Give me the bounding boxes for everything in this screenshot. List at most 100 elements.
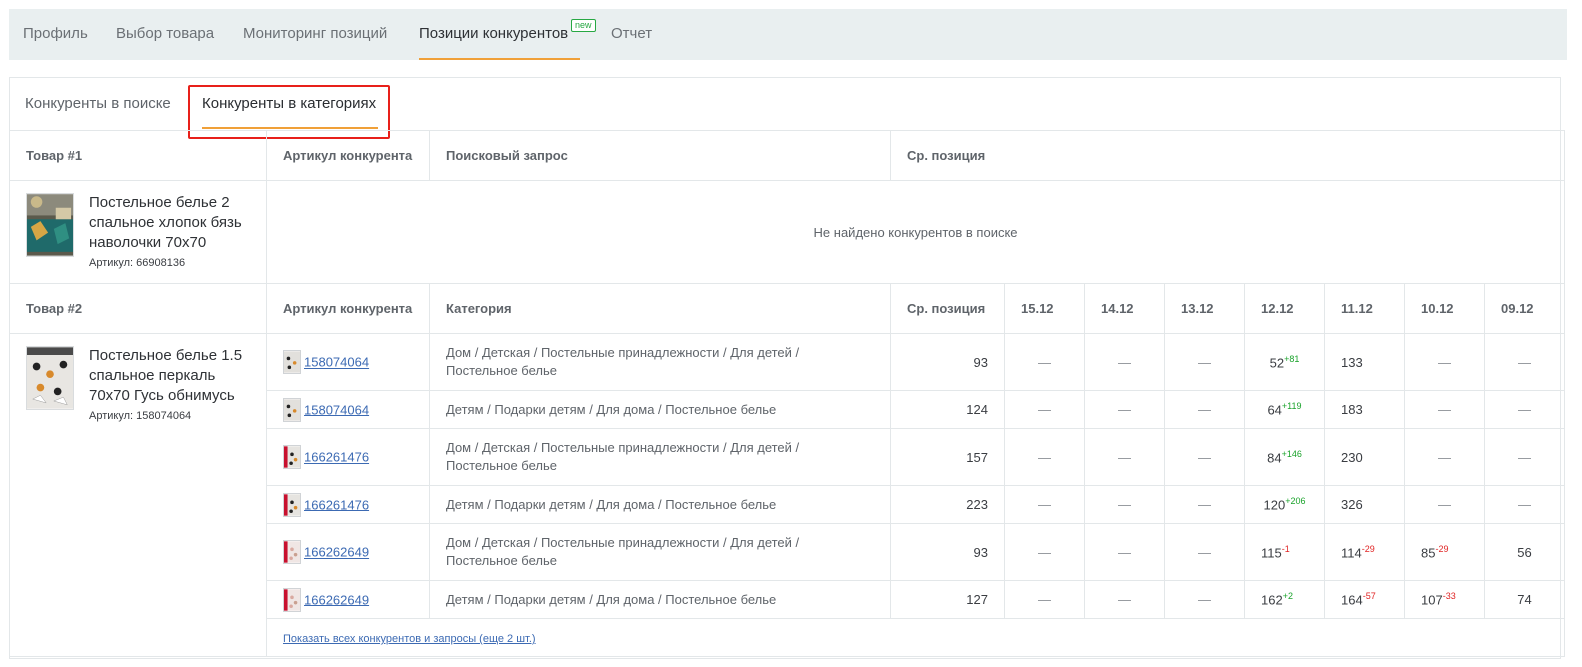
col-date: 15.12 — [1004, 283, 1085, 334]
competitor-article-link[interactable]: 166262649 — [304, 545, 369, 560]
nav-item-profile[interactable]: Профиль — [23, 9, 88, 60]
position-cell: 84+146 — [1244, 428, 1325, 486]
product-image[interactable] — [26, 193, 74, 257]
nav-item-competitor-positions[interactable]: Позиции конкурентов new — [419, 9, 596, 60]
category-cell: Дом / Детская / Постельные принадлежност… — [429, 523, 891, 581]
competitor-article-link[interactable]: 158074064 — [304, 355, 369, 370]
active-tab-underline — [419, 58, 580, 60]
competitor-thumbnail[interactable] — [283, 540, 301, 564]
position-delta: +2 — [1282, 591, 1293, 602]
active-subtab-underline — [202, 127, 378, 129]
competitor-article-cell: 158074064 — [266, 333, 430, 391]
position-cell: 74 — [1483, 580, 1566, 619]
position-cell: — — [1004, 428, 1085, 486]
avg-position-cell: 127 — [890, 580, 1005, 619]
position-cell: 115-1 — [1244, 523, 1325, 581]
subtab-category-competitors[interactable]: Конкуренты в категориях — [202, 78, 378, 130]
position-delta: -33 — [1442, 591, 1456, 602]
col-date: 09.12 — [1483, 283, 1566, 334]
competitor-thumbnail[interactable] — [283, 397, 301, 422]
position-cell: — — [1483, 390, 1566, 429]
nav-item-product-selection[interactable]: Выбор товара — [116, 9, 214, 60]
col-competitor-article: Артикул конкурента — [266, 130, 430, 181]
position-cell: — — [1084, 485, 1165, 524]
show-all-cell: Показать всех конкурентов и запросы (еще… — [265, 618, 1566, 657]
new-badge: new — [571, 19, 596, 32]
competitor-row: Постельное белье 1.5 спальное перкаль 70… — [9, 333, 1566, 657]
show-all-competitors-link[interactable]: Показать всех конкурентов и запросы (еще… — [283, 633, 536, 645]
col-date: 13.12 — [1164, 283, 1245, 334]
col-date: 10.12 — [1404, 283, 1485, 334]
position-cell: — — [1404, 428, 1485, 486]
competitor-article-link[interactable]: 166261476 — [304, 497, 369, 512]
category-cell: Детям / Подарки детям / Для дома / Посте… — [429, 580, 891, 619]
position-cell: — — [1084, 390, 1165, 429]
nav-item-label: Выбор товара — [116, 25, 215, 42]
nav-item-label: Позиции конкурентов — [419, 25, 569, 42]
position-cell: — — [1404, 390, 1485, 429]
competitor-thumbnail[interactable] — [283, 492, 301, 517]
competitor-article-cell: 166262649 — [266, 523, 430, 581]
product-title: Постельное белье 1.5 спальное перкаль 70… — [89, 347, 243, 404]
competitor-article-cell: 158074064 — [266, 390, 430, 429]
nav-item-label: Отчет — [611, 25, 653, 42]
competitor-article-link[interactable]: 166262649 — [304, 592, 369, 607]
position-value: 85 — [1421, 545, 1436, 561]
position-cell: — — [1004, 333, 1085, 391]
competitor-article-link[interactable]: 166261476 — [304, 450, 369, 465]
competitors-table: Товар #1 Артикул конкурента Поисковый за… — [9, 130, 1566, 657]
avg-position-cell: 93 — [890, 333, 1005, 391]
category-cell: Детям / Подарки детям / Для дома / Посте… — [429, 485, 891, 524]
col-date: 11.12 — [1324, 283, 1405, 334]
competitor-article-cell: 166261476 — [266, 428, 430, 486]
position-cell: — — [1483, 485, 1566, 524]
subtab-label: Конкуренты в категориях — [202, 95, 377, 112]
col-date: 12.12 — [1244, 283, 1325, 334]
position-cell: — — [1084, 580, 1165, 619]
product1-row: Постельное белье 2 спальное хлопок бязь … — [9, 180, 1566, 284]
product-header: Товар #2 — [9, 283, 267, 334]
avg-position-cell: 223 — [890, 485, 1005, 524]
nav-item-label: Мониторинг позиций — [243, 25, 388, 42]
competitor-thumbnail[interactable] — [283, 587, 301, 612]
position-cell: — — [1404, 333, 1485, 391]
product-cell: Постельное белье 1.5 спальное перкаль 70… — [9, 333, 267, 657]
position-cell: 120+206 — [1244, 485, 1325, 524]
position-value: 164 — [1341, 592, 1363, 608]
position-cell: — — [1164, 390, 1245, 429]
position-delta: -57 — [1362, 591, 1376, 602]
position-cell: — — [1004, 485, 1085, 524]
position-cell: — — [1164, 485, 1245, 524]
product-image[interactable] — [26, 346, 74, 410]
col-category: Категория — [429, 283, 891, 334]
category-cell: Дом / Детская / Постельные принадлежност… — [429, 428, 891, 486]
position-cell: — — [1084, 523, 1165, 581]
subtab-search-competitors[interactable]: Конкуренты в поиске — [25, 78, 171, 130]
position-delta: -1 — [1281, 543, 1290, 554]
nav-item-report[interactable]: Отчет — [611, 9, 652, 60]
product-sku: Артикул: 158074064 — [89, 410, 192, 422]
position-cell: — — [1483, 428, 1566, 486]
position-value: 120 — [1263, 497, 1286, 513]
competitor-article-link[interactable]: 158074064 — [304, 402, 369, 417]
nav-item-position-monitoring[interactable]: Мониторинг позиций — [243, 9, 387, 60]
competitor-thumbnail[interactable] — [283, 445, 301, 469]
position-value: 162 — [1261, 592, 1283, 608]
position-cell: 56 — [1483, 523, 1566, 581]
position-cell: — — [1404, 485, 1485, 524]
position-cell: 164-57 — [1324, 580, 1405, 619]
competitor-article-cell: 166261476 — [266, 485, 430, 524]
col-date: 14.12 — [1084, 283, 1165, 334]
position-cell: — — [1164, 428, 1245, 486]
position-cell: 183 — [1324, 390, 1405, 429]
position-cell: 326 — [1324, 485, 1405, 524]
col-competitor-article: Артикул конкурента — [266, 283, 430, 334]
product-cell: Постельное белье 2 спальное хлопок бязь … — [9, 180, 267, 284]
position-value: 115 — [1261, 545, 1282, 561]
competitor-article-cell: 166262649 — [266, 580, 430, 619]
position-cell: 114-29 — [1324, 523, 1405, 581]
col-avg-position: Ср. позиция — [889, 130, 1566, 181]
position-cell: — — [1084, 333, 1165, 391]
position-cell: — — [1164, 333, 1245, 391]
competitor-thumbnail[interactable] — [283, 350, 301, 374]
